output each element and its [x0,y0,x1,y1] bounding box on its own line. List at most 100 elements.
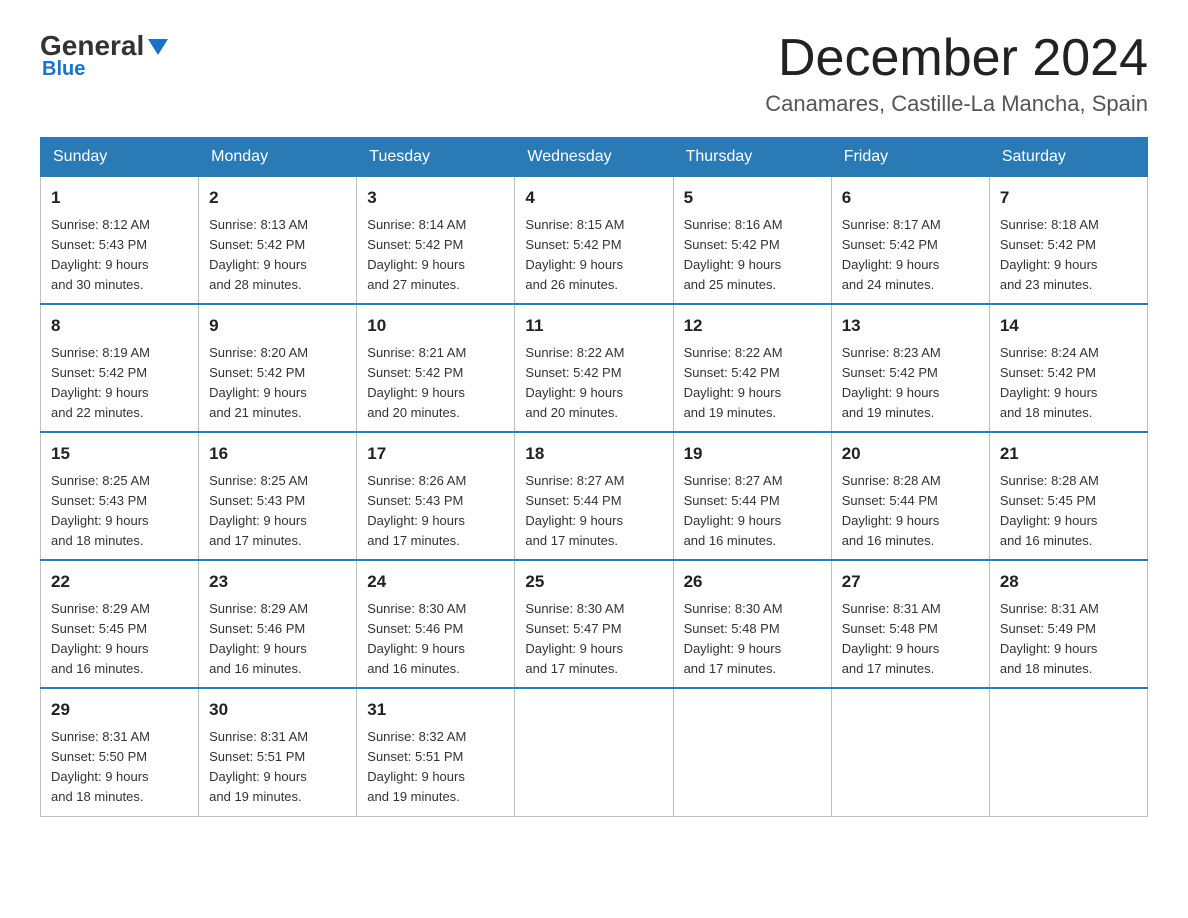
calendar-cell: 14 Sunrise: 8:24 AMSunset: 5:42 PMDayligh… [989,304,1147,432]
day-info: Sunrise: 8:22 AMSunset: 5:42 PMDaylight:… [525,343,662,424]
weekday-header-tuesday: Tuesday [357,138,515,177]
day-info: Sunrise: 8:29 AMSunset: 5:45 PMDaylight:… [51,599,188,680]
day-info: Sunrise: 8:30 AMSunset: 5:47 PMDaylight:… [525,599,662,680]
day-info: Sunrise: 8:17 AMSunset: 5:42 PMDaylight:… [842,215,979,296]
calendar-cell: 24Sunrise: 8:30 AMSunset: 5:46 PMDayligh… [357,560,515,688]
day-number: 31 [367,697,504,723]
calendar-cell: 20 Sunrise: 8:28 AMSunset: 5:44 PMDayligh… [831,432,989,560]
calendar-table: SundayMondayTuesdayWednesdayThursdayFrid… [40,137,1148,816]
day-info: Sunrise: 8:15 AMSunset: 5:42 PMDaylight:… [525,215,662,296]
calendar-cell: 31 Sunrise: 8:32 AMSunset: 5:51 PMDayligh… [357,688,515,816]
calendar-cell: 10Sunrise: 8:21 AMSunset: 5:42 PMDayligh… [357,304,515,432]
calendar-cell [989,688,1147,816]
calendar-cell: 26Sunrise: 8:30 AMSunset: 5:48 PMDayligh… [673,560,831,688]
day-info: Sunrise: 8:24 AMSunset: 5:42 PMDaylight:… [1000,343,1137,424]
day-number: 21 [1000,441,1137,467]
day-info: Sunrise: 8:14 AMSunset: 5:42 PMDaylight:… [367,215,504,296]
calendar-week-row: 29 Sunrise: 8:31 AMSunset: 5:50 PMDayligh… [41,688,1148,816]
calendar-cell: 27 Sunrise: 8:31 AMSunset: 5:48 PMDayligh… [831,560,989,688]
day-info: Sunrise: 8:28 AMSunset: 5:45 PMDaylight:… [1000,471,1137,552]
calendar-cell: 23Sunrise: 8:29 AMSunset: 5:46 PMDayligh… [199,560,357,688]
day-number: 11 [525,313,662,339]
calendar-cell [515,688,673,816]
title-section: December 2024 Canamares, Castille-La Man… [765,30,1148,117]
weekday-header-friday: Friday [831,138,989,177]
calendar-cell: 7Sunrise: 8:18 AMSunset: 5:42 PMDaylight… [989,177,1147,305]
day-number: 14 [1000,313,1137,339]
calendar-cell: 5 Sunrise: 8:16 AMSunset: 5:42 PMDaylight… [673,177,831,305]
calendar-cell: 19 Sunrise: 8:27 AMSunset: 5:44 PMDayligh… [673,432,831,560]
day-number: 29 [51,697,188,723]
day-number: 12 [684,313,821,339]
calendar-cell: 8 Sunrise: 8:19 AMSunset: 5:42 PMDaylight… [41,304,199,432]
day-number: 9 [209,313,346,339]
day-info: Sunrise: 8:32 AMSunset: 5:51 PMDaylight:… [367,727,504,808]
calendar-cell: 30 Sunrise: 8:31 AMSunset: 5:51 PMDayligh… [199,688,357,816]
day-number: 30 [209,697,346,723]
calendar-week-row: 15Sunrise: 8:25 AMSunset: 5:43 PMDayligh… [41,432,1148,560]
day-info: Sunrise: 8:31 AMSunset: 5:48 PMDaylight:… [842,599,979,680]
day-number: 7 [1000,185,1137,211]
day-info: Sunrise: 8:31 AMSunset: 5:50 PMDaylight:… [51,727,188,808]
weekday-header-row: SundayMondayTuesdayWednesdayThursdayFrid… [41,138,1148,177]
day-number: 19 [684,441,821,467]
calendar-cell: 16 Sunrise: 8:25 AMSunset: 5:43 PMDayligh… [199,432,357,560]
calendar-cell: 18 Sunrise: 8:27 AMSunset: 5:44 PMDayligh… [515,432,673,560]
day-info: Sunrise: 8:22 AMSunset: 5:42 PMDaylight:… [684,343,821,424]
calendar-cell: 22 Sunrise: 8:29 AMSunset: 5:45 PMDayligh… [41,560,199,688]
day-info: Sunrise: 8:23 AMSunset: 5:42 PMDaylight:… [842,343,979,424]
calendar-cell: 15Sunrise: 8:25 AMSunset: 5:43 PMDayligh… [41,432,199,560]
calendar-week-row: 1 Sunrise: 8:12 AMSunset: 5:43 PMDaylight… [41,177,1148,305]
day-info: Sunrise: 8:20 AMSunset: 5:42 PMDaylight:… [209,343,346,424]
day-info: Sunrise: 8:12 AMSunset: 5:43 PMDaylight:… [51,215,188,296]
day-info: Sunrise: 8:26 AMSunset: 5:43 PMDaylight:… [367,471,504,552]
day-info: Sunrise: 8:27 AMSunset: 5:44 PMDaylight:… [525,471,662,552]
day-number: 18 [525,441,662,467]
calendar-cell: 11 Sunrise: 8:22 AMSunset: 5:42 PMDayligh… [515,304,673,432]
calendar-cell: 25 Sunrise: 8:30 AMSunset: 5:47 PMDayligh… [515,560,673,688]
day-number: 17 [367,441,504,467]
calendar-cell: 28 Sunrise: 8:31 AMSunset: 5:49 PMDayligh… [989,560,1147,688]
calendar-cell: 3 Sunrise: 8:14 AMSunset: 5:42 PMDaylight… [357,177,515,305]
logo-triangle-icon [148,39,168,55]
calendar-cell: 21 Sunrise: 8:28 AMSunset: 5:45 PMDayligh… [989,432,1147,560]
weekday-header-sunday: Sunday [41,138,199,177]
day-info: Sunrise: 8:28 AMSunset: 5:44 PMDaylight:… [842,471,979,552]
location-title: Canamares, Castille-La Mancha, Spain [765,91,1148,117]
day-number: 25 [525,569,662,595]
logo: General Blue [40,30,168,81]
day-info: Sunrise: 8:25 AMSunset: 5:43 PMDaylight:… [209,471,346,552]
day-number: 8 [51,313,188,339]
day-info: Sunrise: 8:31 AMSunset: 5:51 PMDaylight:… [209,727,346,808]
day-info: Sunrise: 8:31 AMSunset: 5:49 PMDaylight:… [1000,599,1137,680]
day-number: 22 [51,569,188,595]
calendar-week-row: 22 Sunrise: 8:29 AMSunset: 5:45 PMDayligh… [41,560,1148,688]
day-number: 1 [51,185,188,211]
calendar-week-row: 8 Sunrise: 8:19 AMSunset: 5:42 PMDaylight… [41,304,1148,432]
day-number: 5 [684,185,821,211]
calendar-cell: 6Sunrise: 8:17 AMSunset: 5:42 PMDaylight… [831,177,989,305]
day-number: 16 [209,441,346,467]
calendar-cell: 1 Sunrise: 8:12 AMSunset: 5:43 PMDaylight… [41,177,199,305]
day-number: 28 [1000,569,1137,595]
day-number: 13 [842,313,979,339]
day-info: Sunrise: 8:25 AMSunset: 5:43 PMDaylight:… [51,471,188,552]
month-title: December 2024 [765,30,1148,87]
day-info: Sunrise: 8:16 AMSunset: 5:42 PMDaylight:… [684,215,821,296]
calendar-cell: 29 Sunrise: 8:31 AMSunset: 5:50 PMDayligh… [41,688,199,816]
weekday-header-thursday: Thursday [673,138,831,177]
day-number: 20 [842,441,979,467]
day-info: Sunrise: 8:29 AMSunset: 5:46 PMDaylight:… [209,599,346,680]
calendar-cell: 4Sunrise: 8:15 AMSunset: 5:42 PMDaylight… [515,177,673,305]
day-number: 26 [684,569,821,595]
day-info: Sunrise: 8:27 AMSunset: 5:44 PMDaylight:… [684,471,821,552]
calendar-cell: 13 Sunrise: 8:23 AMSunset: 5:42 PMDayligh… [831,304,989,432]
calendar-cell [831,688,989,816]
calendar-cell: 17 Sunrise: 8:26 AMSunset: 5:43 PMDayligh… [357,432,515,560]
day-number: 3 [367,185,504,211]
calendar-cell: 9 Sunrise: 8:20 AMSunset: 5:42 PMDaylight… [199,304,357,432]
day-number: 27 [842,569,979,595]
page-header: General Blue December 2024 Canamares, Ca… [40,30,1148,117]
day-number: 24 [367,569,504,595]
day-info: Sunrise: 8:19 AMSunset: 5:42 PMDaylight:… [51,343,188,424]
